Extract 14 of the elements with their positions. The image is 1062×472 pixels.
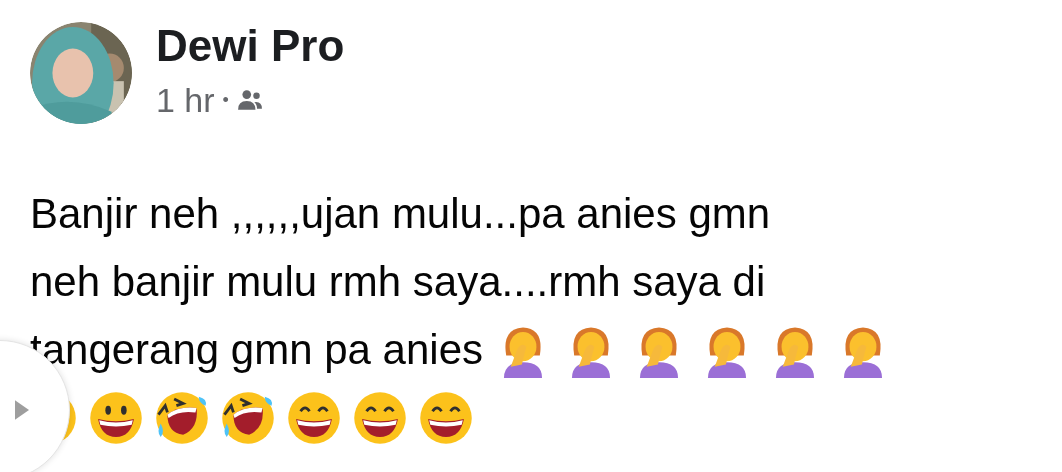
smiling-face-icon <box>352 390 408 446</box>
post-text-line: tangerang gmn pa anies <box>30 325 483 375</box>
post-text-line: Banjir neh ,,,,,,ujan mulu...pa anies gmn <box>30 189 771 239</box>
play-icon <box>15 399 29 421</box>
post-text-line: neh banjir mulu rmh saya....rmh saya di <box>30 257 766 307</box>
friends-icon[interactable] <box>236 89 263 111</box>
separator-dot: • <box>222 89 229 111</box>
author-name[interactable]: Dewi Pro <box>156 20 345 71</box>
grinning-face-icon <box>88 390 144 446</box>
post-time[interactable]: 1 hr <box>156 80 215 120</box>
rolling-laughing-face-icon <box>154 390 210 446</box>
smiling-face-icon <box>418 390 474 446</box>
rolling-laughing-face-icon <box>220 390 276 446</box>
smiling-face-icon <box>286 390 342 446</box>
